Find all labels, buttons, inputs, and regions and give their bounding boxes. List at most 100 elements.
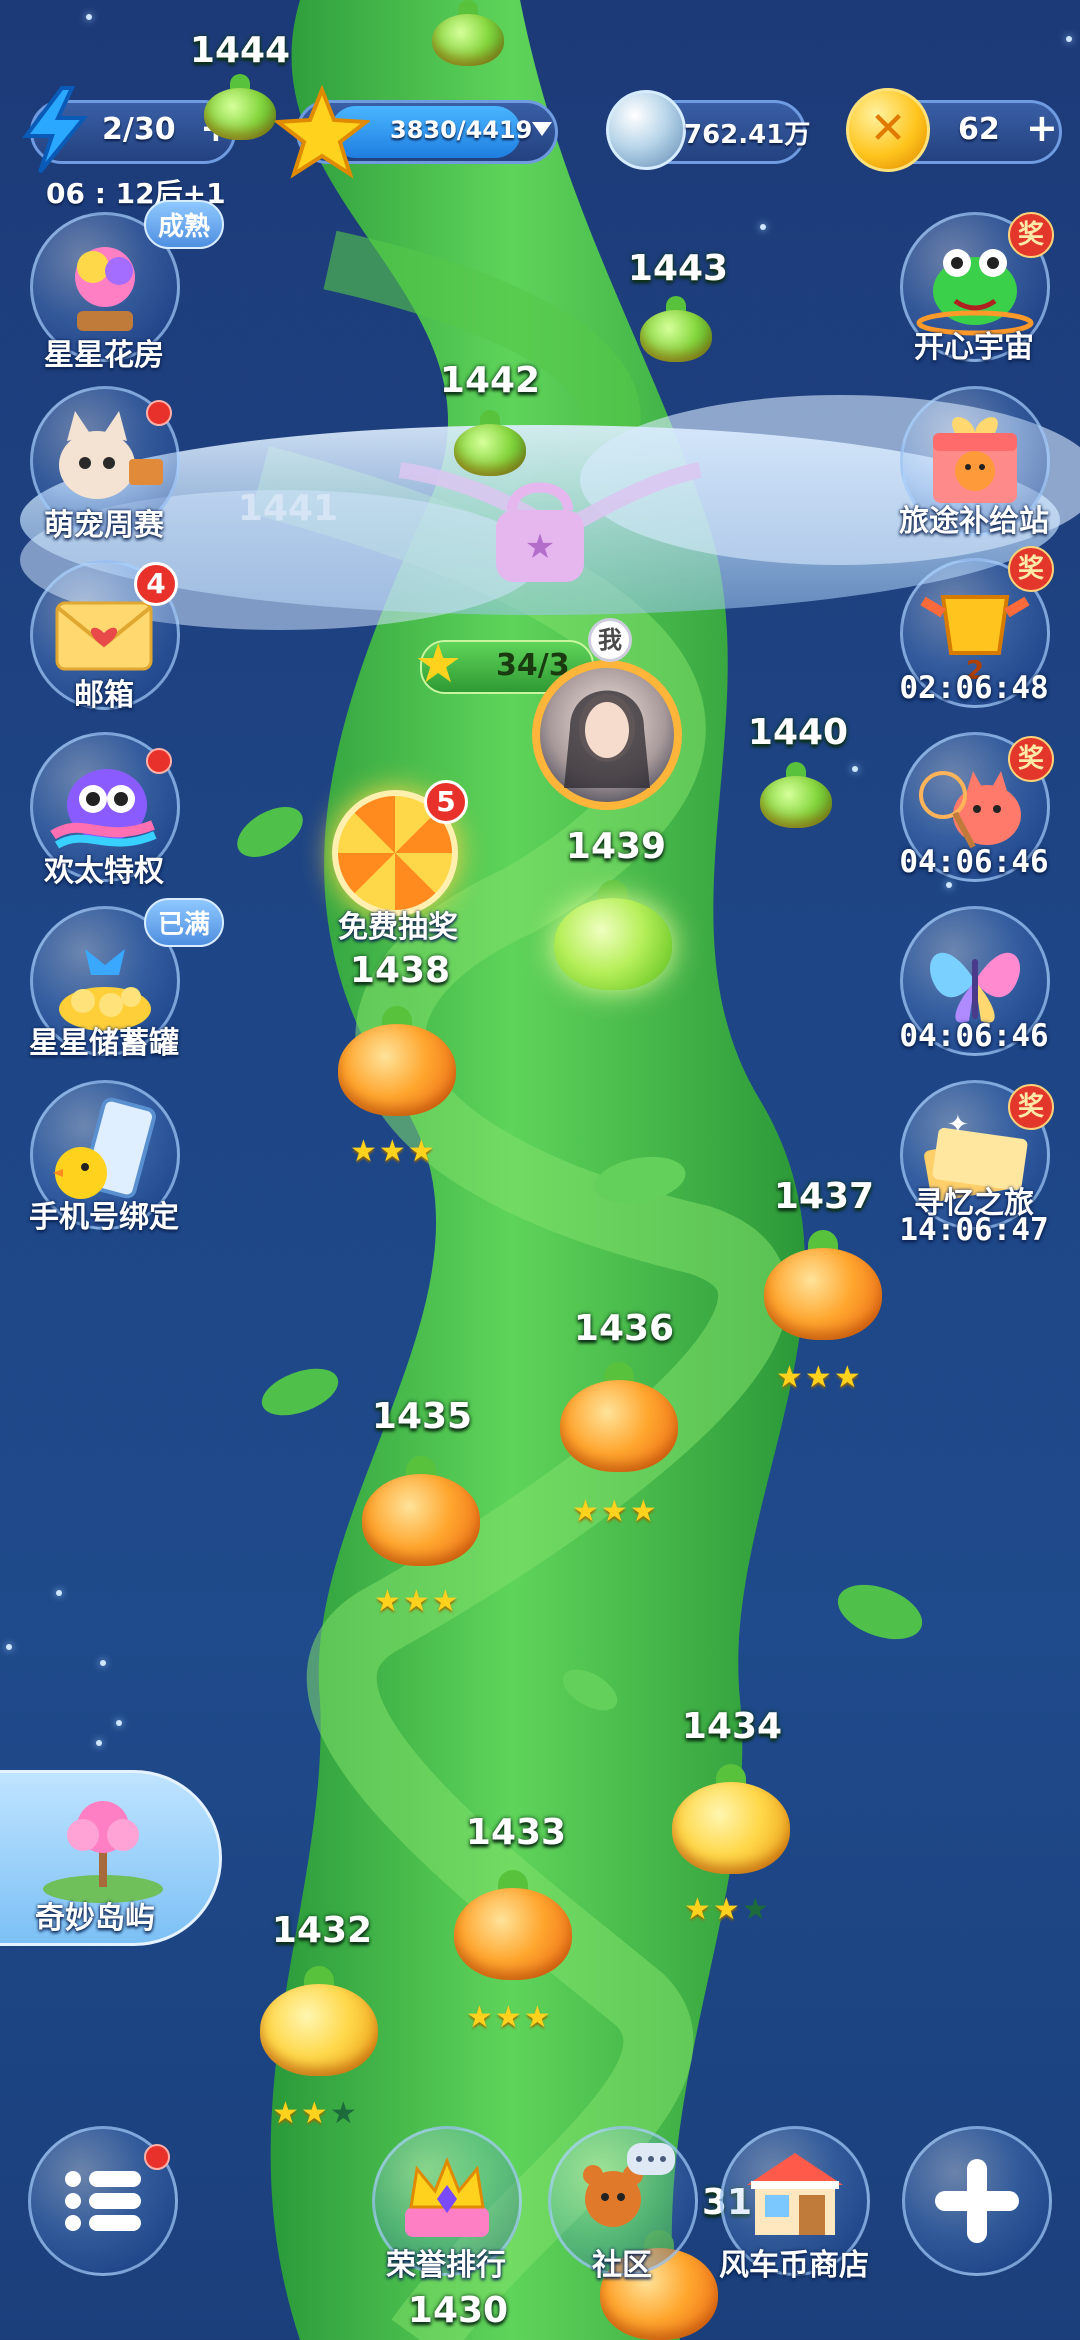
star-icon [272, 84, 372, 180]
level-stars: ★★★ [776, 1360, 863, 1395]
menu-label: 萌宠周赛 [44, 508, 164, 543]
level-number: 1436 [573, 1308, 675, 1349]
level-number: 1433 [465, 1812, 567, 1853]
level-node-1438[interactable] [338, 1006, 456, 1116]
menu-label: 开心宇宙 [914, 330, 1034, 365]
energy-count: 2/30 [102, 112, 176, 147]
star-earned-icon: ★ [684, 1892, 713, 1927]
reward-badge: 奖 [1008, 1084, 1054, 1130]
level-number-locked: 1441 [237, 488, 339, 529]
star-earned-icon: ★ [300, 2096, 330, 2131]
level-node-1434[interactable] [672, 1764, 790, 1874]
notification-dot [146, 400, 172, 426]
bottom-label: 风车币商店 [719, 2248, 869, 2283]
level-stars: ★★★ [374, 1584, 461, 1619]
level-node-1442[interactable] [454, 410, 526, 476]
event-timer: 02:06:48 [899, 670, 1049, 706]
level-number: 1444 [189, 30, 291, 71]
level-stars: ★★★ [684, 1892, 771, 1927]
level-node[interactable] [204, 74, 276, 140]
star-earned-icon: ★ [272, 2096, 301, 2131]
level-number: 1443 [627, 248, 729, 289]
star-earned-icon: ★ [431, 1584, 461, 1619]
lightning-icon [14, 86, 94, 174]
wonder-island-button[interactable]: 奇妙岛屿 [0, 1770, 222, 1946]
reward-badge: 奖 [1008, 212, 1054, 258]
level-node-1440[interactable] [760, 762, 832, 828]
level-number: 1430 [407, 2290, 509, 2331]
level-stars: ★★★ [466, 2000, 553, 2035]
star-earned-icon: ★ [572, 1494, 601, 1529]
level-number: 1438 [349, 950, 451, 991]
notification-dot [146, 748, 172, 774]
star-earned-icon: ★ [374, 1584, 403, 1619]
reward-badge: 奖 [1008, 736, 1054, 782]
level-number: 1432 [271, 1910, 373, 1951]
pearl-icon [606, 90, 686, 170]
add-coin-button[interactable]: + [1026, 106, 1058, 150]
menu-label: 星星花房 [44, 338, 164, 373]
reward-badge: 奖 [1008, 546, 1054, 592]
event-timer: 14:06:47 [899, 1212, 1049, 1248]
menu-label: 星星储蓄罐 [29, 1026, 179, 1061]
level-node-1433[interactable] [454, 1870, 572, 1980]
star-earned-icon: ★ [378, 1134, 408, 1169]
star-earned-icon: ★ [712, 1892, 742, 1927]
mail-count-badge: 4 [134, 562, 178, 606]
menu-label: 旅途补给站 [899, 504, 1049, 539]
star-earned-icon: ★ [629, 1494, 659, 1529]
menu-label: 欢太特权 [44, 854, 164, 889]
full-tag: 已满 [144, 898, 225, 947]
island-label: 奇妙岛屿 [35, 1901, 155, 1936]
add-button[interactable] [902, 2126, 1052, 2276]
level-node-1443[interactable] [640, 296, 712, 362]
lock-icon [500, 492, 580, 572]
level-number: 1440 [747, 712, 849, 753]
star-earned-icon: ★ [350, 1134, 379, 1169]
chevron-down-icon[interactable] [532, 122, 552, 136]
star-earned-icon: ★ [494, 2000, 524, 2035]
level-stars: ★★★ [272, 2096, 359, 2131]
level-number: 1434 [681, 1706, 783, 1747]
level-node-1437[interactable] [764, 1230, 882, 1340]
event-timer: 04:06:46 [899, 1018, 1049, 1054]
level-stars: ★★★ [572, 1494, 659, 1529]
star-earned-icon: ★ [833, 1360, 863, 1395]
coin-count: 62 [958, 112, 1000, 147]
star-earned-icon: ★ [523, 2000, 553, 2035]
level-node-1436[interactable] [560, 1362, 678, 1472]
level-stars: ★★★ [350, 1134, 437, 1169]
star-icon: ★ [414, 632, 463, 695]
star-earned-icon: ★ [804, 1360, 834, 1395]
star-earned-icon: ★ [776, 1360, 805, 1395]
pearl-count: 762.41万 [684, 120, 811, 150]
island-tree-icon [43, 1801, 163, 1903]
menu-label: 邮箱 [74, 678, 134, 713]
ripe-tag: 成熟 [144, 200, 225, 249]
star-earned-icon: ★ [407, 1134, 437, 1169]
star-earned-icon: ★ [466, 2000, 495, 2035]
star-earned-icon: ★ [402, 1584, 432, 1619]
level-node-1432[interactable] [260, 1966, 378, 2076]
level-node-1444[interactable] [432, 0, 504, 66]
player-avatar[interactable] [532, 660, 682, 810]
menu-label: 手机号绑定 [29, 1200, 179, 1235]
star-earned-icon: ★ [600, 1494, 630, 1529]
star-progress-text: 3830/4419 [390, 116, 533, 144]
svg-text:✦: ✦ [947, 1110, 969, 1140]
level-number: 1435 [371, 1396, 473, 1437]
level-number: 1437 [773, 1176, 875, 1217]
plus-icon [935, 2159, 1019, 2243]
event-timer: 04:06:46 [899, 844, 1049, 880]
me-tag: 我 [588, 618, 632, 662]
level-node-1439-current[interactable] [554, 880, 672, 990]
level-number: 1439 [565, 826, 667, 867]
lottery-label: 免费抽奖 [338, 910, 458, 945]
star-empty-icon: ★ [741, 1892, 771, 1927]
coin-icon: ✕ [846, 88, 930, 172]
star-empty-icon: ★ [329, 2096, 359, 2131]
notification-dot [144, 2144, 170, 2170]
level-node-1435[interactable] [362, 1456, 480, 1566]
lottery-count-badge: 5 [424, 780, 468, 824]
level-number: 1442 [439, 360, 541, 401]
